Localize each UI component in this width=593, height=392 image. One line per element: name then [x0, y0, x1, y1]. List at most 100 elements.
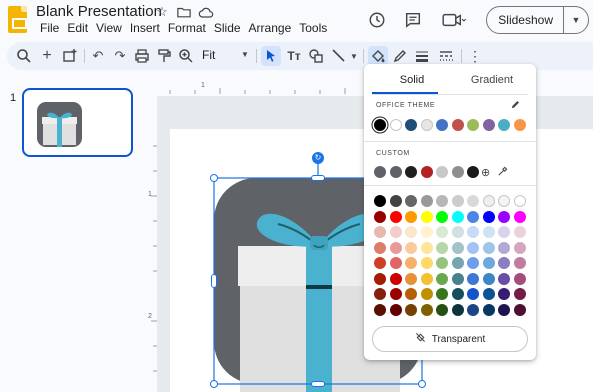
grid-color-swatch[interactable] [467, 226, 479, 238]
grid-color-swatch[interactable] [420, 241, 433, 254]
grid-color-swatch[interactable] [405, 241, 417, 254]
grid-color-swatch[interactable] [405, 210, 417, 223]
custom-color-swatch[interactable] [374, 166, 386, 178]
custom-color-swatch[interactable] [389, 166, 402, 178]
grid-color-swatch[interactable] [513, 288, 526, 300]
slide-thumbnail[interactable] [22, 88, 133, 157]
selection-handle-ml[interactable] [211, 274, 217, 288]
grid-color-swatch[interactable] [513, 257, 526, 269]
theme-color-swatch[interactable] [436, 119, 448, 131]
selection-handle-bm[interactable] [311, 381, 325, 387]
custom-color-swatch[interactable] [420, 166, 433, 178]
meet-icon[interactable] [438, 9, 470, 31]
theme-color-swatch[interactable] [374, 119, 386, 131]
grid-color-swatch[interactable] [467, 210, 479, 223]
theme-color-swatch[interactable] [498, 119, 510, 131]
search-icon[interactable] [15, 47, 33, 65]
menu-tools[interactable]: Tools [295, 21, 331, 35]
grid-color-swatch[interactable] [420, 303, 433, 316]
undo-icon[interactable]: ↶ [89, 47, 107, 65]
grid-color-swatch[interactable] [451, 257, 464, 269]
new-slide-icon[interactable] [61, 47, 79, 65]
history-icon[interactable] [366, 9, 388, 31]
grid-color-swatch[interactable] [420, 195, 433, 207]
grid-color-swatch[interactable] [374, 226, 386, 238]
grid-color-swatch[interactable] [513, 195, 526, 207]
grid-color-swatch[interactable] [467, 272, 479, 285]
menu-insert[interactable]: Insert [126, 21, 164, 35]
grid-color-swatch[interactable] [482, 210, 495, 223]
grid-color-swatch[interactable] [389, 226, 402, 238]
grid-color-swatch[interactable] [389, 303, 402, 316]
grid-color-swatch[interactable] [420, 226, 433, 238]
grid-color-swatch[interactable] [389, 210, 402, 223]
theme-color-swatch[interactable] [389, 119, 402, 131]
grid-color-swatch[interactable] [498, 195, 510, 207]
grid-color-swatch[interactable] [374, 195, 386, 207]
cloud-status-icon[interactable] [198, 4, 214, 20]
redo-icon[interactable]: ↷ [111, 47, 129, 65]
grid-color-swatch[interactable] [467, 195, 479, 207]
grid-color-swatch[interactable] [436, 226, 448, 238]
comments-icon[interactable] [402, 9, 424, 31]
theme-color-swatch[interactable] [420, 119, 433, 131]
grid-color-swatch[interactable] [389, 241, 402, 254]
grid-color-swatch[interactable] [513, 303, 526, 316]
slideshow-label[interactable]: Slideshow [487, 7, 564, 33]
zoom-chevron-icon[interactable]: ▼ [241, 50, 249, 59]
grid-color-swatch[interactable] [374, 241, 386, 254]
grid-color-swatch[interactable] [420, 288, 433, 300]
grid-color-swatch[interactable] [482, 303, 495, 316]
grid-color-swatch[interactable] [498, 288, 510, 300]
grid-color-swatch[interactable] [498, 241, 510, 254]
grid-color-swatch[interactable] [451, 272, 464, 285]
grid-color-swatch[interactable] [498, 257, 510, 269]
zoom-icon[interactable] [177, 47, 195, 65]
custom-color-swatch[interactable] [467, 166, 479, 178]
grid-color-swatch[interactable] [513, 272, 526, 285]
grid-color-swatch[interactable] [513, 226, 526, 238]
grid-color-swatch[interactable] [467, 288, 479, 300]
theme-color-swatch[interactable] [467, 119, 479, 131]
grid-color-swatch[interactable] [389, 272, 402, 285]
grid-color-swatch[interactable] [467, 257, 479, 269]
grid-color-swatch[interactable] [513, 241, 526, 254]
border-dash-icon[interactable] [437, 47, 455, 65]
theme-color-swatch[interactable] [513, 119, 526, 131]
text-box-icon[interactable]: Tт [285, 47, 303, 65]
grid-color-swatch[interactable] [436, 195, 448, 207]
grid-color-swatch[interactable] [513, 210, 526, 223]
selection-handle-bl[interactable] [210, 380, 218, 388]
add-custom-color-icon[interactable]: ⊕ [481, 166, 490, 179]
zoom-select[interactable]: Fit [202, 48, 215, 62]
grid-color-swatch[interactable] [420, 257, 433, 269]
custom-color-swatch[interactable] [451, 166, 464, 178]
grid-color-swatch[interactable] [374, 288, 386, 300]
star-icon[interactable]: ☆ [154, 4, 170, 20]
grid-color-swatch[interactable] [451, 210, 464, 223]
theme-color-swatch[interactable] [482, 119, 495, 131]
grid-color-swatch[interactable] [389, 257, 402, 269]
theme-color-swatch[interactable] [451, 119, 464, 131]
slideshow-button[interactable]: Slideshow ▼ [486, 6, 589, 34]
menu-slide[interactable]: Slide [210, 21, 245, 35]
grid-color-swatch[interactable] [405, 226, 417, 238]
grid-color-swatch[interactable] [405, 288, 417, 300]
border-color-icon[interactable] [391, 47, 409, 65]
grid-color-swatch[interactable] [374, 303, 386, 316]
grid-color-swatch[interactable] [420, 272, 433, 285]
grid-color-swatch[interactable] [467, 241, 479, 254]
border-weight-icon[interactable] [413, 47, 431, 65]
grid-color-swatch[interactable] [451, 226, 464, 238]
grid-color-swatch[interactable] [436, 257, 448, 269]
paint-format-icon[interactable] [155, 47, 173, 65]
theme-color-swatch[interactable] [405, 119, 417, 131]
fill-color-icon[interactable] [368, 46, 388, 66]
grid-color-swatch[interactable] [405, 303, 417, 316]
grid-color-swatch[interactable] [451, 195, 464, 207]
grid-color-swatch[interactable] [451, 241, 464, 254]
print-icon[interactable] [133, 47, 151, 65]
grid-color-swatch[interactable] [374, 210, 386, 223]
grid-color-swatch[interactable] [420, 210, 433, 223]
edit-theme-icon[interactable] [510, 99, 521, 113]
